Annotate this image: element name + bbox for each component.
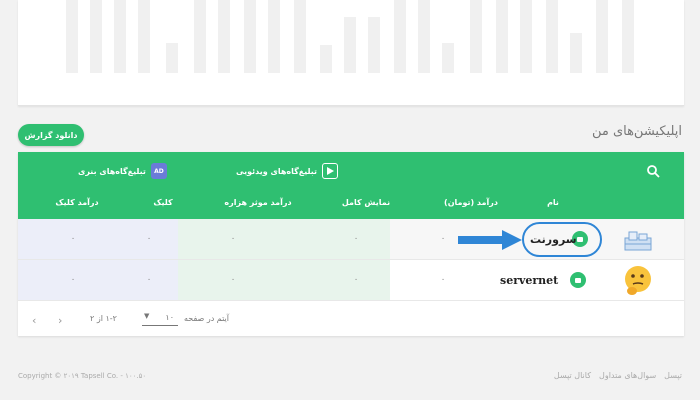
chart-bar <box>546 0 558 73</box>
col-click[interactable]: کلیک <box>148 198 178 207</box>
chart-bar <box>114 0 126 73</box>
pagination: ‹ › ۱-۲ از ۲ ▼ ۱۰ آیتم در صفحه <box>18 302 684 336</box>
chart-bar <box>294 0 306 73</box>
chart-bar <box>368 17 380 73</box>
chart-bar <box>394 0 406 73</box>
chart-bar <box>496 0 508 73</box>
thinking-emoji-icon <box>625 266 651 295</box>
items-per-page-select[interactable]: ▼ ۱۰ <box>142 310 178 326</box>
cell-click: ۰ <box>146 234 152 244</box>
chart-card <box>18 0 684 106</box>
chart-bar <box>194 0 206 73</box>
chart-bar <box>320 45 332 73</box>
copyright-text: Copyright © ۲۰۱۹ Tapsell Co. - ۱۰۰.۵۰ <box>18 372 147 380</box>
video-ads-group: تبلیغ‌گاه‌های ویدئویی <box>236 162 339 180</box>
cell-click-income: ۰ <box>70 234 76 244</box>
col-ecpm[interactable]: درآمد موثر هزاره <box>218 198 298 207</box>
chart-bar <box>166 43 178 73</box>
app-name[interactable]: سرورنت <box>530 219 577 259</box>
chart-bar <box>520 0 532 73</box>
video-ads-label: تبلیغ‌گاه‌های ویدئویی <box>236 166 318 176</box>
chart-bar <box>90 0 102 73</box>
banner-icon: AD <box>150 163 167 179</box>
page-range: ۱-۲ از ۲ <box>90 314 117 323</box>
apps-table: تبلیغ‌گاه‌های ویدئویی AD تبلیغ‌گاه‌های ب… <box>18 152 684 336</box>
android-icon <box>570 272 586 288</box>
arrow-icon <box>458 230 522 250</box>
chevron-right-icon[interactable]: › <box>58 314 62 327</box>
chart-bar <box>596 0 608 73</box>
items-per-page-value: ۱۰ <box>165 313 174 322</box>
banner-ads-group: AD تبلیغ‌گاه‌های بنری <box>78 162 167 180</box>
chevron-down-icon: ▼ <box>144 312 150 320</box>
col-click-income[interactable]: درآمد کلیک <box>52 198 102 207</box>
chart-bar <box>244 0 256 73</box>
cell-income: ۰ <box>440 275 446 285</box>
cell-ecpm: ۰ <box>230 275 236 285</box>
footer-link-channel[interactable]: کانال تپسل <box>554 371 591 380</box>
chart-bar <box>66 0 78 73</box>
search-icon[interactable] <box>646 164 660 178</box>
chart-bar <box>622 0 634 73</box>
video-icon <box>322 163 339 179</box>
chart-bar <box>138 0 150 73</box>
footer-links: تپسل سوال‌های متداول کانال تپسل <box>554 371 682 380</box>
chart-bar <box>344 17 356 73</box>
cell-ecpm: ۰ <box>230 234 236 244</box>
chart-bar <box>442 43 454 73</box>
chart-bar <box>268 0 280 73</box>
cell-income: ۰ <box>440 234 446 244</box>
banner-ads-label: تبلیغ‌گاه‌های بنری <box>78 166 146 176</box>
table-header: تبلیغ‌گاه‌های ویدئویی AD تبلیغ‌گاه‌های ب… <box>18 152 684 219</box>
items-per-page-label: آیتم در صفحه <box>184 314 229 323</box>
download-report-button[interactable]: دانلود گزارش <box>18 124 84 146</box>
chart-bar <box>470 0 482 73</box>
footer-link-tapsell[interactable]: تپسل <box>664 371 682 380</box>
table-row[interactable]: سرورنت ۰ ۰ ۰ ۰ ۰ <box>18 219 684 260</box>
col-full-view[interactable]: نمایش کامل <box>336 198 396 207</box>
cell-click-income: ۰ <box>70 275 76 285</box>
footer-link-faq[interactable]: سوال‌های متداول <box>599 371 656 380</box>
cell-full-view: ۰ <box>353 234 359 244</box>
table-row[interactable]: servernet ۰ ۰ ۰ ۰ ۰ <box>18 260 684 301</box>
chevron-left-icon[interactable]: ‹ <box>32 314 36 327</box>
section-title: اپلیکیشن‌های من <box>591 124 682 139</box>
col-name[interactable]: نام <box>538 198 568 207</box>
app-name[interactable]: servernet <box>500 260 566 300</box>
chart-bar <box>418 0 430 73</box>
cell-full-view: ۰ <box>353 275 359 285</box>
cell-click: ۰ <box>146 275 152 285</box>
chart-bar <box>570 33 582 73</box>
chart-bar <box>218 0 230 73</box>
col-income[interactable]: درآمد (تومان) <box>436 198 506 207</box>
app-icon <box>624 231 652 251</box>
